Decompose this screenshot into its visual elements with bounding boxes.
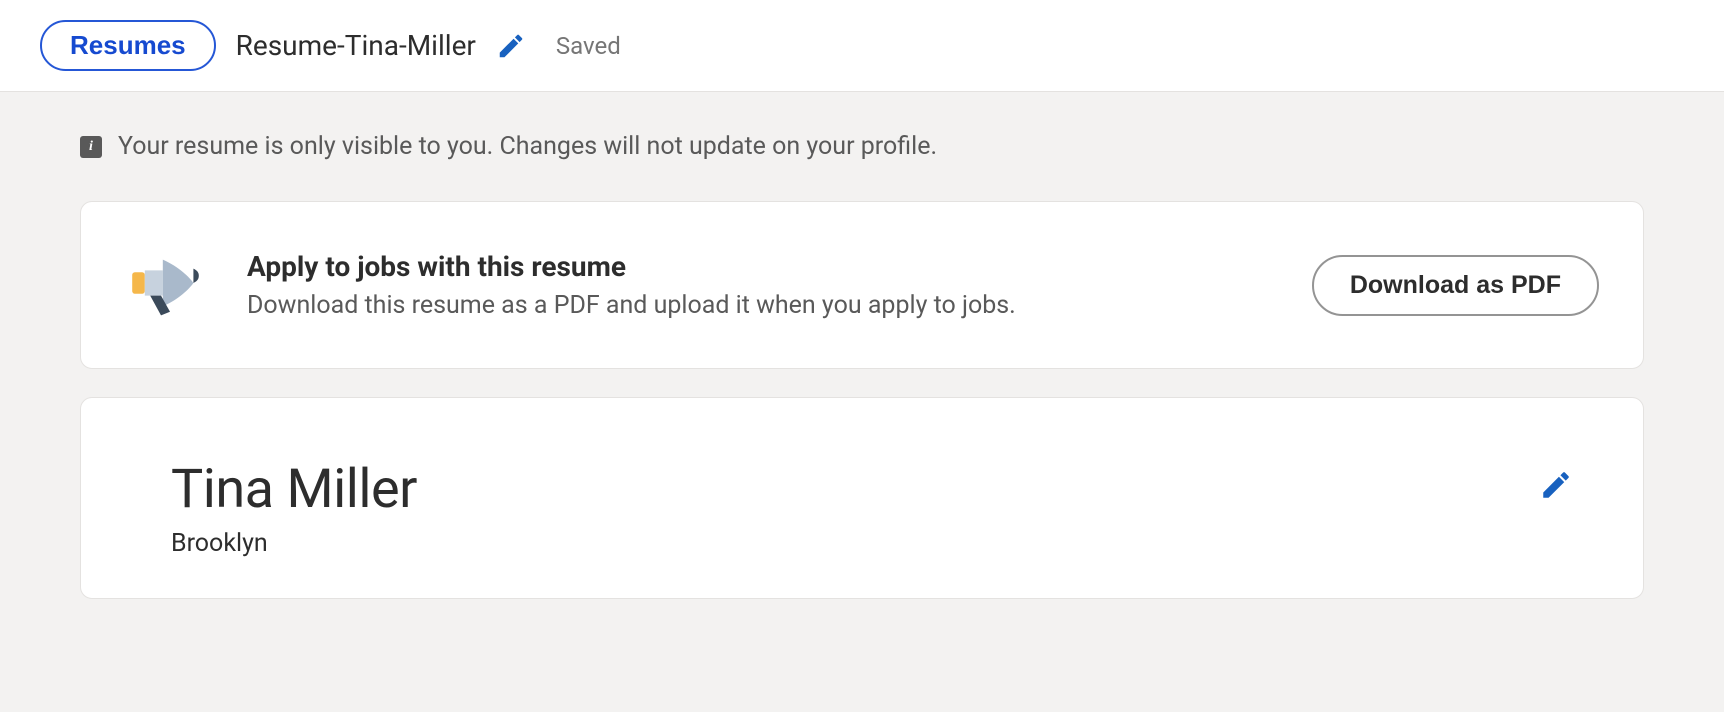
edit-profile-button[interactable] bbox=[1539, 468, 1573, 506]
info-icon: i bbox=[80, 136, 102, 158]
profile-location: Brooklyn bbox=[171, 529, 417, 558]
megaphone-icon bbox=[125, 238, 215, 332]
info-banner-text: Your resume is only visible to you. Chan… bbox=[118, 132, 937, 161]
content-area: i Your resume is only visible to you. Ch… bbox=[0, 92, 1724, 712]
pencil-icon bbox=[1539, 468, 1573, 502]
profile-info: Tina Miller Brooklyn bbox=[171, 458, 417, 558]
saved-status: Saved bbox=[556, 32, 621, 60]
edit-title-button[interactable] bbox=[496, 31, 526, 61]
apply-text-block: Apply to jobs with this resume Download … bbox=[247, 250, 1280, 320]
profile-name: Tina Miller bbox=[171, 458, 417, 521]
apply-card-title: Apply to jobs with this resume bbox=[247, 250, 1280, 283]
apply-card: Apply to jobs with this resume Download … bbox=[80, 201, 1644, 369]
profile-card: Tina Miller Brooklyn bbox=[80, 397, 1644, 599]
info-banner: i Your resume is only visible to you. Ch… bbox=[80, 132, 1644, 161]
apply-card-subtitle: Download this resume as a PDF and upload… bbox=[247, 291, 1280, 320]
resume-title: Resume-Tina-Miller bbox=[236, 29, 476, 62]
header-bar: Resumes Resume-Tina-Miller Saved bbox=[0, 0, 1724, 92]
download-pdf-button[interactable]: Download as PDF bbox=[1312, 255, 1599, 316]
resumes-nav-button[interactable]: Resumes bbox=[40, 20, 216, 71]
pencil-icon bbox=[496, 31, 526, 61]
